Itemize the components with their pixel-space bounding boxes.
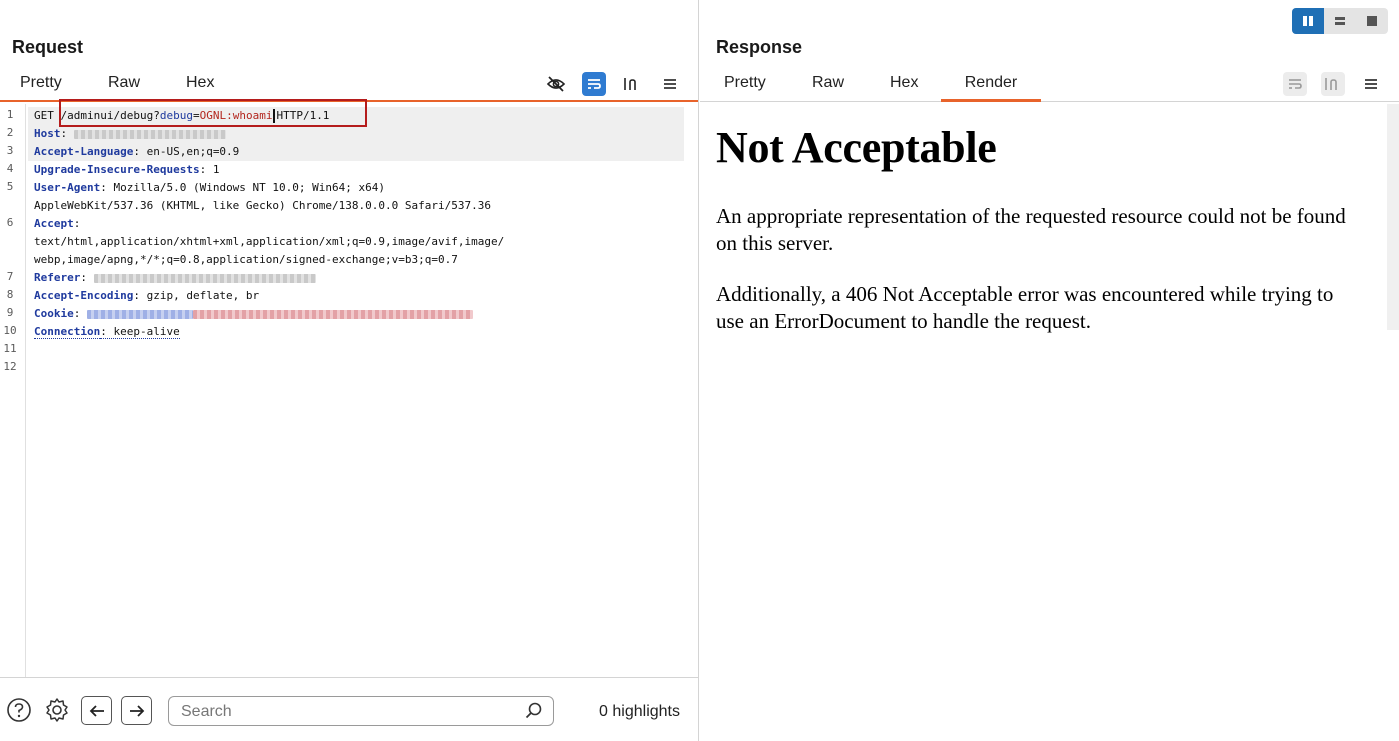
redacted-value — [93, 273, 316, 283]
header-referer: Referer: — [34, 269, 316, 287]
redacted-cookie-value — [193, 309, 473, 319]
header-colon: : — [73, 307, 81, 320]
response-tabs: Pretty Raw Hex Render — [700, 68, 1399, 102]
word-wrap-icon[interactable] — [1283, 72, 1307, 96]
header-value: : keep-alive — [100, 325, 180, 339]
header-accept-encoding: Accept-Encoding: gzip, deflate, br — [34, 287, 259, 305]
header-name: Connection — [34, 325, 101, 339]
line-number: 12 — [3, 360, 17, 373]
header-user-agent: User-Agent: Mozilla/5.0 (Windows NT 10.0… — [34, 179, 385, 197]
tab-raw[interactable]: Raw — [808, 74, 848, 102]
line-number: 6 — [6, 216, 14, 229]
header-name: User-Agent — [34, 181, 101, 194]
newline-icon[interactable] — [1321, 72, 1345, 96]
header-name: Accept-Encoding — [34, 289, 134, 302]
header-colon: : — [60, 127, 68, 140]
search-box — [168, 696, 554, 726]
tab-render[interactable]: Render — [941, 74, 1041, 102]
settings-button[interactable] — [44, 697, 70, 723]
scrollbar-thumb[interactable] — [1387, 104, 1399, 330]
menu-icon[interactable] — [1359, 72, 1383, 96]
header-host: Host: — [34, 125, 226, 143]
request-toolbar — [544, 72, 682, 96]
redacted-value — [73, 129, 226, 139]
header-accept-language: Accept-Language: en-US,en;q=0.9 — [34, 143, 239, 161]
line-number: 11 — [3, 342, 17, 355]
arrow-left-icon — [89, 704, 104, 717]
search-input[interactable] — [181, 703, 511, 721]
next-button[interactable] — [121, 696, 152, 725]
header-name: Referer — [34, 271, 81, 284]
gear-icon — [46, 698, 68, 722]
header-name: Cookie — [34, 307, 74, 320]
header-accept: Accept: — [34, 215, 80, 233]
scrollbar[interactable] — [1387, 104, 1399, 741]
http-method: GET — [34, 109, 61, 122]
help-button[interactable] — [6, 697, 32, 723]
line-number: 1 — [6, 108, 14, 121]
header-value: : en-US,en;q=0.9 — [133, 145, 240, 158]
line-number: 2 — [6, 126, 14, 139]
header-name: Accept — [34, 217, 74, 230]
help-icon — [7, 698, 31, 722]
header-name: Accept-Language — [34, 145, 134, 158]
header-accept-value-2: webp,image/apng,*/*;q=0.8,application/si… — [34, 253, 458, 266]
header-accept-value-1: text/html,application/xhtml+xml,applicat… — [34, 235, 505, 248]
previous-button[interactable] — [81, 696, 112, 725]
header-name: Upgrade-Insecure-Requests — [34, 163, 200, 176]
request-tabs: Pretty Raw Hex — [0, 68, 698, 102]
request-title: Request — [12, 37, 84, 57]
line-number: 5 — [6, 180, 14, 193]
header-user-agent-cont: AppleWebKit/537.36 (KHTML, like Gecko) C… — [34, 199, 491, 212]
line-number: 7 — [6, 270, 14, 283]
bottom-bar: 0 highlights — [0, 677, 698, 741]
header-upgrade-insecure: Upgrade-Insecure-Requests: 1 — [34, 161, 219, 179]
response-pane: Response Pretty Raw Hex Render Not Accep… — [700, 0, 1399, 741]
request-pane: Request Pretty Raw Hex 1 2 3 4 5 6 7 8 9… — [0, 0, 699, 741]
arrow-right-icon — [129, 704, 144, 717]
line-number: 4 — [6, 162, 14, 175]
response-toolbar — [1283, 72, 1383, 96]
render-paragraph: Additionally, a 406 Not Acceptable error… — [716, 282, 1334, 333]
redacted-cookie-name — [87, 309, 193, 319]
tab-pretty[interactable]: Pretty — [720, 74, 770, 102]
line-number: 10 — [3, 324, 17, 337]
header-name: Host — [34, 127, 61, 140]
line-number: 8 — [6, 288, 14, 301]
header-value: : 1 — [199, 163, 220, 176]
header-connection: Connection: keep-alive — [34, 323, 180, 341]
render-paragraph: An appropriate representation of the req… — [716, 204, 1346, 255]
hide-eye-icon[interactable] — [544, 72, 568, 96]
request-editor[interactable]: 1 2 3 4 5 6 7 8 9 10 11 12 GET /adminui/… — [0, 99, 698, 677]
tab-pretty[interactable]: Pretty — [16, 74, 66, 102]
param-value: OGNL:whoami — [199, 109, 273, 122]
header-colon: : — [73, 217, 81, 230]
menu-icon[interactable] — [658, 72, 682, 96]
line-number: 3 — [6, 144, 14, 157]
header-value: : gzip, deflate, br — [133, 289, 260, 302]
tab-hex[interactable]: Hex — [182, 74, 218, 102]
header-value: : Mozilla/5.0 (Windows NT 10.0; Win64; x… — [100, 181, 386, 194]
tab-hex[interactable]: Hex — [886, 74, 922, 102]
tab-raw[interactable]: Raw — [104, 74, 144, 102]
header-colon: : — [80, 271, 87, 284]
search-icon[interactable] — [525, 702, 543, 720]
render-heading: Not Acceptable — [716, 123, 997, 172]
rendered-response: Not Acceptable An appropriate representa… — [700, 104, 1387, 741]
param-eq: = — [192, 109, 200, 122]
request-path: /adminui/debug? — [60, 109, 160, 122]
http-version: HTTP/1.1 — [276, 109, 330, 122]
response-title: Response — [716, 37, 803, 57]
newline-icon[interactable] — [620, 72, 644, 96]
param-name: debug — [159, 109, 193, 122]
header-cookie: Cookie: — [34, 305, 473, 323]
line-number: 9 — [6, 306, 14, 319]
word-wrap-icon[interactable] — [582, 72, 606, 96]
highlights-count: 0 highlights — [599, 703, 680, 720]
